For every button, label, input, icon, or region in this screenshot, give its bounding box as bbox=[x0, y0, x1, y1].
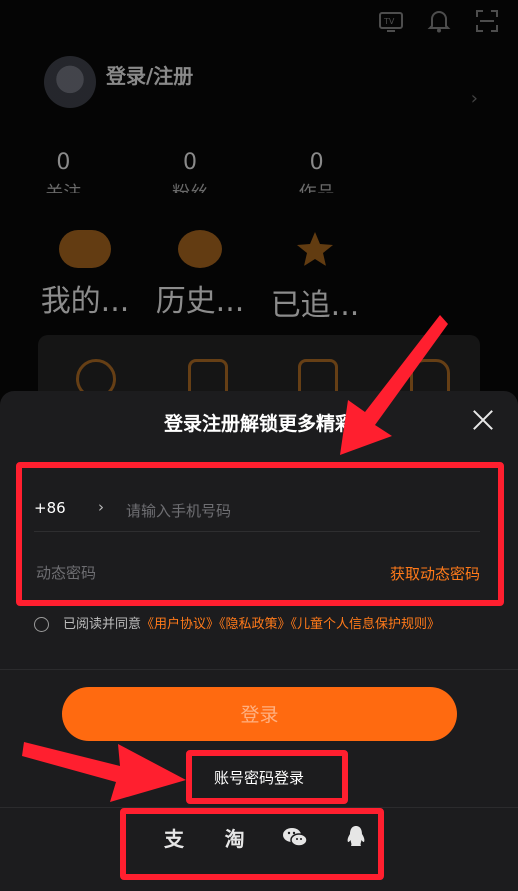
quick-item-label: 我的... bbox=[40, 284, 130, 319]
top-toolbar: TV bbox=[378, 8, 500, 34]
divider bbox=[0, 669, 518, 670]
close-icon[interactable] bbox=[470, 407, 496, 433]
annotation-box-social bbox=[120, 808, 384, 880]
tv-icon[interactable]: TV bbox=[378, 8, 404, 34]
child-privacy-link[interactable]: 《儿童个人信息保护规则》 bbox=[291, 617, 441, 632]
stat-following[interactable]: 0 关注 bbox=[13, 150, 113, 193]
annotation-box-account-login bbox=[186, 750, 348, 804]
annotation-arrow-down bbox=[340, 315, 448, 455]
avatar[interactable] bbox=[44, 56, 96, 108]
star-icon bbox=[297, 232, 333, 266]
profile-stats: 0 关注 0 粉丝 0 作品 bbox=[0, 150, 380, 193]
stat-label: 粉丝 bbox=[140, 179, 240, 193]
annotation-arrow-right bbox=[22, 742, 186, 802]
scan-icon[interactable] bbox=[474, 8, 500, 34]
annotation-box-phone-form bbox=[16, 462, 504, 606]
stat-fans[interactable]: 0 粉丝 bbox=[140, 150, 240, 193]
quick-item-history[interactable]: 历史... bbox=[145, 230, 255, 324]
stat-works[interactable]: 0 作品 bbox=[267, 150, 367, 193]
stat-label: 关注 bbox=[13, 179, 113, 193]
quick-item-label: 历史... bbox=[155, 284, 245, 319]
quick-entries: 我的... 历史... 已追... bbox=[30, 230, 370, 324]
agreement-row: 已阅读并同意《用户协议》《隐私政策》《儿童个人信息保护规则》 bbox=[34, 613, 494, 632]
svg-text:TV: TV bbox=[383, 17, 395, 26]
stat-number: 0 bbox=[56, 150, 71, 175]
agree-text: 已阅读并同意 bbox=[63, 617, 142, 632]
quick-item-downloads[interactable]: 我的... bbox=[30, 230, 140, 324]
stat-number: 0 bbox=[182, 150, 197, 175]
bell-icon[interactable] bbox=[426, 8, 452, 34]
user-agreement-link[interactable]: 《用户协议》 bbox=[141, 617, 219, 632]
agree-radio[interactable] bbox=[34, 617, 49, 632]
login-register-link[interactable]: 登录/注册 bbox=[106, 60, 193, 89]
privacy-policy-link[interactable]: 《隐私政策》 bbox=[219, 617, 291, 632]
download-cloud-icon bbox=[59, 230, 111, 268]
stat-number: 0 bbox=[309, 150, 324, 175]
stat-label: 作品 bbox=[267, 179, 367, 193]
chevron-right-icon: › bbox=[470, 88, 478, 109]
clock-icon bbox=[178, 230, 222, 268]
